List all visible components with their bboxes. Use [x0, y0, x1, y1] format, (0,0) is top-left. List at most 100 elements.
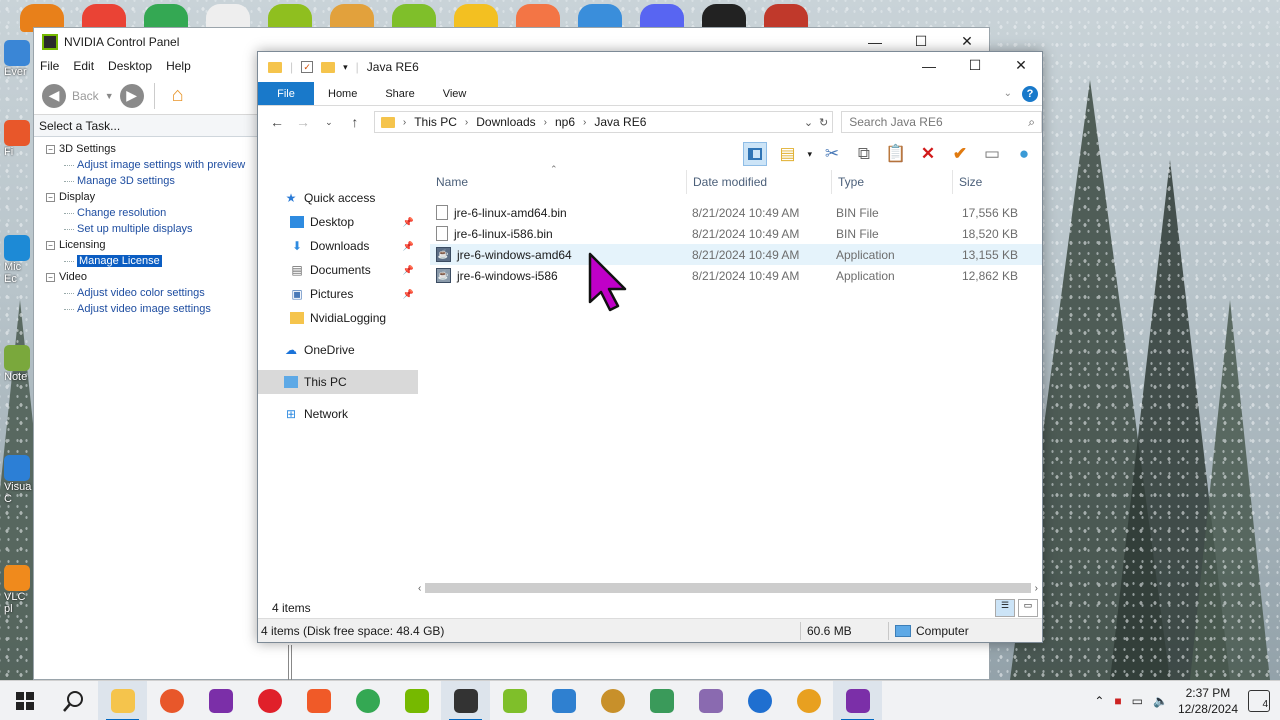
file-row[interactable]: jre-6-linux-amd64.bin 8/21/2024 10:49 AM… [430, 202, 1042, 223]
pane-splitter[interactable] [288, 645, 292, 681]
forward-arrow-icon[interactable]: ▶ [119, 83, 144, 108]
scroll-right-icon[interactable]: › [1035, 583, 1038, 594]
taskbar-app[interactable] [539, 681, 588, 720]
cut-icon[interactable]: ✂ [820, 142, 844, 166]
help-icon[interactable]: ? [1022, 85, 1038, 102]
menu-desktop[interactable]: Desktop [108, 59, 152, 73]
breadcrumb-separator[interactable]: › [403, 117, 406, 128]
checkmark-icon[interactable]: ✔ [948, 142, 972, 166]
taskbar-chrome[interactable] [343, 681, 392, 720]
address-bar[interactable]: › This PC › Downloads › np6 › Java RE6 ⌄… [373, 111, 834, 133]
up-arrow-icon[interactable]: ↑ [344, 114, 366, 130]
nav-nvidialogging[interactable]: NvidiaLogging [258, 306, 418, 330]
tree-category-licensing[interactable]: − Licensing [46, 237, 258, 253]
menu-edit[interactable]: Edit [73, 59, 94, 73]
desktop-icon[interactable]: Ever [4, 40, 34, 78]
close-button[interactable]: ✕ [998, 52, 1044, 79]
pin-icon[interactable]: 📌 [403, 289, 414, 300]
menu-file[interactable]: File [40, 59, 59, 73]
nav-documents[interactable]: ▤ Documents 📌 [258, 258, 418, 282]
tree-item-video-image[interactable]: Adjust video image settings [46, 301, 258, 317]
tab-share[interactable]: Share [371, 82, 428, 105]
tree-category-display[interactable]: − Display [46, 189, 258, 205]
tree-item-manage-license[interactable]: Manage License [46, 253, 258, 269]
file-row[interactable]: ☕ jre-6-windows-amd64 8/21/2024 10:49 AM … [430, 244, 1042, 265]
back-label[interactable]: Back [72, 89, 99, 103]
back-arrow-icon[interactable]: ← [266, 114, 288, 130]
tree-item-change-resolution[interactable]: Change resolution [46, 205, 258, 221]
nav-desktop[interactable]: Desktop 📌 [258, 210, 418, 234]
desktop-icon[interactable]: Mic Ec [4, 235, 34, 285]
column-type[interactable]: Type [832, 175, 952, 189]
chevron-down-icon[interactable]: ▼ [105, 91, 114, 101]
breadcrumb-this-pc[interactable]: This PC [414, 115, 457, 129]
search-icon[interactable]: ⌕ [1028, 115, 1035, 130]
paste-icon[interactable]: 📋 [884, 142, 908, 166]
chevron-up-icon[interactable]: ⌃ [1094, 694, 1104, 708]
taskbar-nvidia[interactable] [392, 681, 441, 720]
maximize-button[interactable]: ☐ [952, 52, 998, 79]
tab-file[interactable]: File [258, 82, 314, 105]
chevron-down-icon[interactable]: ▾ [807, 149, 812, 160]
tree-item-video-color[interactable]: Adjust video color settings [46, 285, 258, 301]
breadcrumb-np6[interactable]: np6 [555, 115, 575, 129]
desktop-icon[interactable]: Note [4, 345, 34, 383]
rename-icon[interactable]: ▭ [980, 142, 1004, 166]
breadcrumb-downloads[interactable]: Downloads [476, 115, 535, 129]
taskbar-onenote[interactable] [833, 680, 882, 720]
taskbar-opera[interactable] [245, 681, 294, 720]
column-name[interactable]: Name [430, 175, 686, 189]
nav-this-pc[interactable]: This PC [258, 370, 418, 394]
taskbar-brave[interactable] [294, 681, 343, 720]
breadcrumb-separator[interactable]: › [583, 117, 586, 128]
collapse-icon[interactable]: − [46, 144, 55, 154]
new-folder-icon[interactable] [321, 61, 336, 73]
tree-item-multiple-displays[interactable]: Set up multiple displays [46, 221, 258, 237]
tree-category-3d-settings[interactable]: −3D Settings [46, 141, 258, 157]
taskbar-app[interactable] [588, 681, 637, 720]
chevron-down-icon[interactable]: ⌄ [804, 116, 813, 129]
column-size[interactable]: Size [953, 175, 1025, 189]
volume-icon[interactable]: 🔈 [1153, 694, 1168, 708]
taskbar-onenote[interactable] [196, 681, 245, 720]
taskbar-app[interactable] [735, 681, 784, 720]
nav-network[interactable]: ⊞ Network [258, 402, 418, 426]
desktop-icon[interactable]: Fi [4, 120, 34, 158]
breadcrumb-separator[interactable]: › [544, 117, 547, 128]
collapse-icon[interactable]: − [46, 192, 55, 202]
taskbar-file-explorer[interactable] [98, 680, 147, 720]
quick-access-dropdown-icon[interactable]: ▾ [343, 62, 348, 73]
file-row[interactable]: ☕ jre-6-windows-i586 8/21/2024 10:49 AM A… [430, 265, 1042, 286]
taskbar-firefox[interactable] [147, 681, 196, 720]
tree-item-manage-3d-settings[interactable]: Manage 3D settings [46, 173, 258, 189]
taskbar-app[interactable] [686, 681, 735, 720]
tab-home[interactable]: Home [314, 82, 371, 105]
notification-icon[interactable]: 4 [1248, 689, 1270, 712]
details-view-icon[interactable]: ☰ [995, 599, 1015, 617]
start-button[interactable] [0, 681, 49, 720]
column-date-modified[interactable]: Date modified [687, 175, 831, 189]
globe-icon[interactable]: ● [1012, 142, 1036, 166]
back-arrow-icon[interactable]: ◀ [42, 83, 66, 108]
new-folder-icon[interactable]: ▤ [775, 142, 799, 166]
scroll-left-icon[interactable]: ‹ [418, 583, 421, 594]
search-input[interactable]: Search Java RE6 ⌕ [841, 111, 1042, 133]
delete-icon[interactable]: ✕ [916, 142, 940, 166]
taskbar-app[interactable] [784, 681, 833, 720]
desktop-icon[interactable]: VLC pl [4, 565, 34, 615]
large-icons-view-icon[interactable]: ▭ [1018, 599, 1038, 617]
tray-app-icon[interactable]: ■ [1114, 694, 1121, 708]
breadcrumb-java-re6[interactable]: Java RE6 [594, 115, 646, 129]
refresh-icon[interactable]: ↻ [819, 116, 828, 129]
recent-locations-icon[interactable]: ⌄ [318, 117, 340, 128]
taskbar-app[interactable] [490, 681, 539, 720]
clock[interactable]: 2:37 PM 12/28/2024 [1178, 685, 1238, 717]
taskbar-app[interactable] [441, 680, 490, 720]
tab-view[interactable]: View [429, 82, 481, 105]
collapse-icon[interactable]: − [46, 272, 55, 282]
breadcrumb-separator[interactable]: › [465, 117, 468, 128]
desktop-icon[interactable]: Visua C [4, 455, 34, 505]
minimize-button[interactable]: — [906, 52, 952, 79]
search-icon[interactable] [49, 681, 98, 720]
taskbar-app[interactable] [637, 681, 686, 720]
